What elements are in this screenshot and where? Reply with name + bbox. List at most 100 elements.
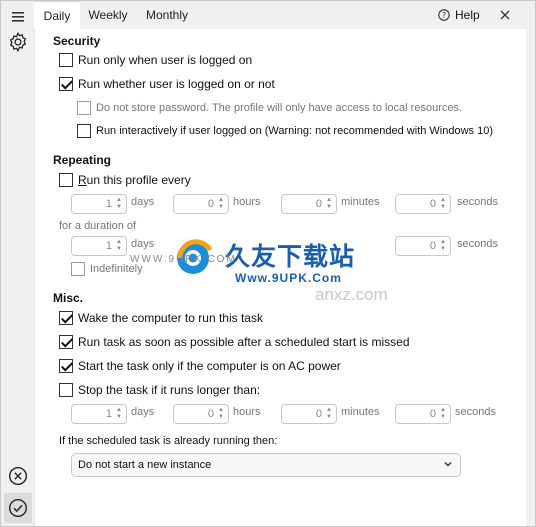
help-button[interactable]: ? Help xyxy=(438,1,480,29)
stepper-arrows-icon: ▲ ▼ xyxy=(218,197,224,210)
stepper-arrows-icon: ▲ ▼ xyxy=(440,239,446,252)
run-interactively-row[interactable]: Run interactively if user logged on (War… xyxy=(77,123,493,139)
gear-icon[interactable] xyxy=(5,29,31,55)
menu-icon[interactable] xyxy=(5,4,31,30)
stepper-arrows-icon: ▲ ▼ xyxy=(326,407,332,420)
run-whether-logged-on-row[interactable]: Run whether user is logged on or not xyxy=(59,76,275,92)
already-running-value: Do not start a new instance xyxy=(78,459,212,471)
tab-bar: Daily Weekly Monthly ? Help xyxy=(34,1,535,29)
stop-hours-unit: hours xyxy=(233,406,261,418)
stop-hours-value: 0 xyxy=(207,408,215,420)
duration-days-value: 1 xyxy=(105,240,113,252)
cancel-icon[interactable] xyxy=(5,463,31,489)
wake-computer-checkbox[interactable] xyxy=(59,311,73,325)
stop-minutes-value: 0 xyxy=(315,408,323,420)
svg-text:?: ? xyxy=(442,11,446,20)
stepper-arrows-icon: ▲ ▼ xyxy=(116,407,122,420)
watermark-url-1: WWW.9UPK.COM xyxy=(130,254,237,265)
every-days-stepper[interactable]: 1 ▲ ▼ xyxy=(71,194,127,214)
stop-days-value: 1 xyxy=(105,408,113,420)
repeating-heading: Repeating xyxy=(53,153,112,167)
run-only-logged-on-row[interactable]: Run only when user is logged on xyxy=(59,52,252,68)
duration-seconds-value: 0 xyxy=(429,240,437,252)
run-only-logged-on-checkbox[interactable] xyxy=(59,53,73,67)
every-seconds-value: 0 xyxy=(429,198,437,210)
every-seconds-stepper[interactable]: 0 ▲ ▼ xyxy=(395,194,451,214)
watermark-url-2: Www.9UPK.Com xyxy=(235,271,342,285)
stepper-arrows-icon: ▲ ▼ xyxy=(440,407,446,420)
every-minutes-value: 0 xyxy=(315,198,323,210)
every-seconds-unit: seconds xyxy=(457,196,498,208)
every-days-unit: days xyxy=(131,196,155,208)
stepper-arrows-icon: ▲ ▼ xyxy=(440,197,446,210)
every-hours-value: 0 xyxy=(207,198,215,210)
duration-days-unit: days xyxy=(131,238,155,250)
stop-minutes-unit: minutes xyxy=(341,406,380,418)
run-every-row[interactable]: Run this profile every xyxy=(59,172,191,188)
stop-hours-stepper[interactable]: 0 ▲ ▼ xyxy=(173,404,229,424)
close-icon[interactable] xyxy=(496,6,514,24)
ac-power-label: Start the task only if the computer is o… xyxy=(78,359,341,373)
duration-days-stepper[interactable]: 1 ▲ ▼ xyxy=(71,236,127,256)
every-minutes-stepper[interactable]: 0 ▲ ▼ xyxy=(281,194,337,214)
sidebar xyxy=(1,1,34,526)
ac-power-row[interactable]: Start the task only if the computer is o… xyxy=(59,358,341,374)
watermark-logo-icon xyxy=(177,239,213,274)
stop-if-longer-checkbox[interactable] xyxy=(59,383,73,397)
indefinitely-label: Indefinitely xyxy=(90,263,143,275)
run-interactively-label: Run interactively if user logged on (War… xyxy=(96,125,493,137)
security-heading: Security xyxy=(53,34,101,48)
confirm-icon[interactable] xyxy=(4,493,32,523)
watermark-url-3: anxz.com xyxy=(315,285,388,304)
run-interactively-checkbox[interactable] xyxy=(77,124,91,138)
stop-if-longer-label: Stop the task if it runs longer than: xyxy=(78,383,261,397)
already-running-select[interactable]: Do not start a new instance xyxy=(71,453,461,477)
tab-daily[interactable]: Daily xyxy=(34,1,80,29)
chevron-down-icon xyxy=(444,462,452,467)
every-minutes-unit: minutes xyxy=(341,196,380,208)
already-running-label: If the scheduled task is already running… xyxy=(59,435,278,447)
stop-seconds-value: 0 xyxy=(429,408,437,420)
do-not-store-password-label: Do not store password. The profile will … xyxy=(96,102,463,114)
every-days-value: 1 xyxy=(105,198,113,210)
help-label: Help xyxy=(455,8,480,22)
tab-weekly[interactable]: Weekly xyxy=(86,1,130,29)
stepper-arrows-icon: ▲ ▼ xyxy=(116,239,122,252)
run-every-label: Run this profile every xyxy=(78,173,191,187)
run-whether-logged-on-label: Run whether user is logged on or not xyxy=(78,77,275,91)
wake-computer-row[interactable]: Wake the computer to run this task xyxy=(59,310,263,326)
duration-seconds-stepper[interactable]: 0 ▲ ▼ xyxy=(395,236,451,256)
stop-if-longer-row[interactable]: Stop the task if it runs longer than: xyxy=(59,382,260,398)
settings-panel: Security Run only when user is logged on… xyxy=(34,29,526,526)
run-whether-logged-on-checkbox[interactable] xyxy=(59,77,73,91)
stop-days-unit: days xyxy=(131,406,155,418)
tab-monthly[interactable]: Monthly xyxy=(142,1,192,29)
stepper-arrows-icon: ▲ ▼ xyxy=(218,407,224,420)
watermark-brand: 久友下载站 xyxy=(225,243,356,271)
duration-seconds-unit: seconds xyxy=(457,238,498,250)
indefinitely-checkbox[interactable] xyxy=(71,262,85,276)
run-asap-checkbox[interactable] xyxy=(59,335,73,349)
duration-label: for a duration of xyxy=(59,220,137,232)
stop-days-stepper[interactable]: 1 ▲ ▼ xyxy=(71,404,127,424)
run-only-logged-on-label: Run only when user is logged on xyxy=(78,53,253,67)
run-every-label-rest: un this profile every xyxy=(86,173,191,187)
do-not-store-password-checkbox[interactable] xyxy=(77,101,91,115)
indefinitely-row[interactable]: Indefinitely xyxy=(71,261,143,277)
stepper-arrows-icon: ▲ ▼ xyxy=(116,197,122,210)
run-every-checkbox[interactable] xyxy=(59,173,73,187)
run-every-accesskey: R xyxy=(78,173,87,187)
do-not-store-password-row[interactable]: Do not store password. The profile will … xyxy=(77,100,462,116)
wake-computer-label: Wake the computer to run this task xyxy=(78,311,263,325)
stepper-arrows-icon: ▲ ▼ xyxy=(326,197,332,210)
ac-power-checkbox[interactable] xyxy=(59,359,73,373)
run-asap-row[interactable]: Run task as soon as possible after a sch… xyxy=(59,334,410,350)
stop-seconds-stepper[interactable]: 0 ▲ ▼ xyxy=(395,404,451,424)
help-icon: ? xyxy=(438,9,450,21)
run-asap-label: Run task as soon as possible after a sch… xyxy=(78,335,410,349)
watermark xyxy=(170,233,220,286)
misc-heading: Misc. xyxy=(53,291,84,305)
stop-minutes-stepper[interactable]: 0 ▲ ▼ xyxy=(281,404,337,424)
every-hours-stepper[interactable]: 0 ▲ ▼ xyxy=(173,194,229,214)
scrollbar[interactable] xyxy=(526,29,535,526)
